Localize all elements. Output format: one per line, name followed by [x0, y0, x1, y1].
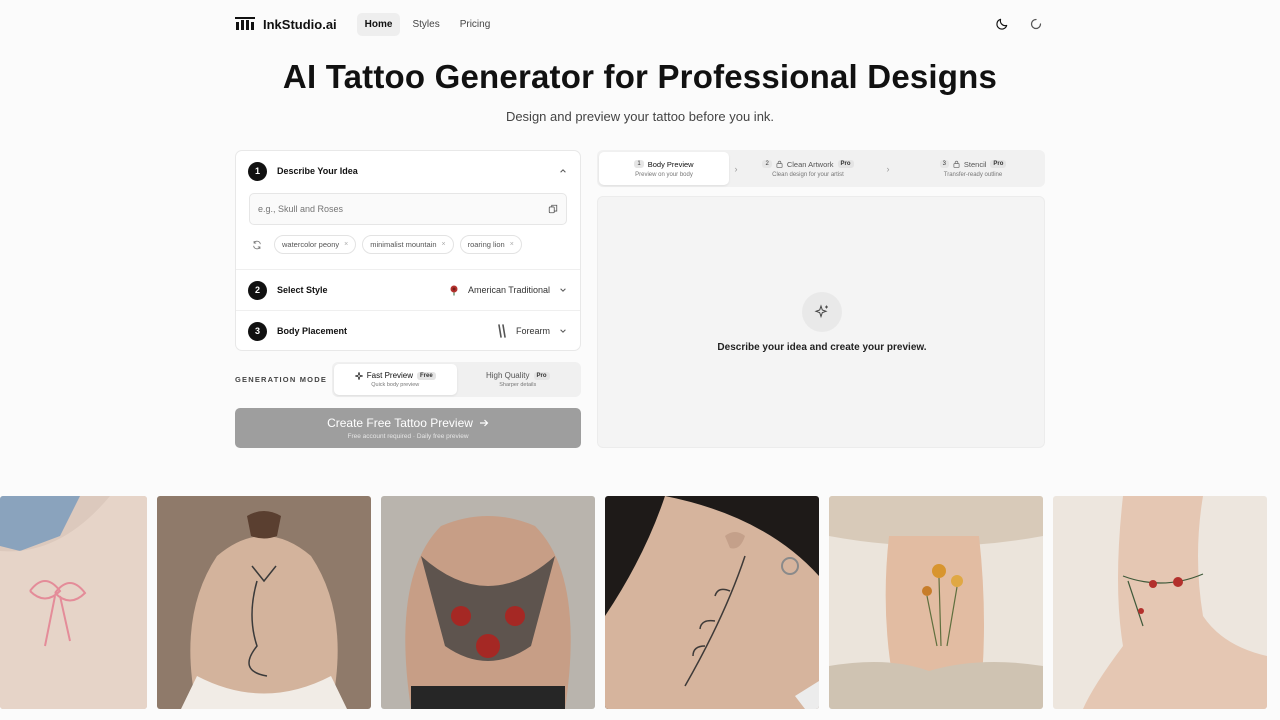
paste-icon[interactable]: [548, 204, 558, 214]
selected-placement: Forearm: [515, 326, 550, 336]
lock-icon: [776, 160, 783, 168]
arrow-right-icon: [479, 419, 489, 427]
tab-body-preview[interactable]: 1 Body Preview Preview on your body: [599, 152, 729, 185]
pro-badge: Pro: [990, 160, 1007, 168]
create-preview-button[interactable]: Create Free Tattoo Preview Free account …: [235, 408, 581, 448]
generation-mode-toggle: Fast Preview Free Quick body preview Hig…: [332, 362, 581, 397]
section-title: Describe Your Idea: [277, 166, 358, 176]
nav-links: Home Styles Pricing: [356, 12, 499, 36]
step-description: Clean design for your artist: [772, 171, 844, 178]
nav-link-home[interactable]: Home: [356, 12, 401, 36]
preview-placeholder-icon: [802, 292, 842, 332]
mode-description: Quick body preview: [371, 382, 420, 388]
section-title: Select Style: [277, 285, 328, 295]
preview-area: Describe your idea and create your previ…: [597, 196, 1045, 448]
gallery-image-pink-bow[interactable]: [0, 496, 147, 709]
chevron-right-icon: ›: [734, 163, 738, 174]
nav-link-styles[interactable]: Styles: [404, 13, 447, 36]
rose-style-icon: [450, 285, 458, 296]
tab-stencil[interactable]: 3 Stencil Pro Transfer-ready outline: [903, 152, 1043, 185]
brand-logo[interactable]: InkStudio.ai: [235, 17, 337, 32]
step-number: 1: [248, 161, 267, 181]
step-number: 3: [939, 160, 949, 168]
chip-label: watercolor peony: [282, 240, 340, 249]
moon-icon: [996, 18, 1008, 30]
loading-spinner: [1027, 15, 1045, 33]
step-number: 3: [248, 321, 267, 341]
forearm-icon: [498, 324, 506, 338]
selected-style: American Traditional: [467, 285, 550, 295]
chevron-down-icon[interactable]: [558, 326, 568, 336]
idea-input-wrapper: [249, 193, 567, 225]
gallery-image-fox-back[interactable]: [157, 496, 371, 709]
top-nav: InkStudio.ai Home Styles Pricing: [235, 11, 1045, 37]
nav-link-pricing[interactable]: Pricing: [452, 13, 499, 36]
page-subtitle: Design and preview your tattoo before yo…: [505, 109, 775, 124]
step-description: Preview on your body: [635, 171, 693, 178]
preview-empty-text: Describe your idea and create your previ…: [717, 342, 927, 353]
page-title: AI Tattoo Generator for Professional Des…: [282, 58, 998, 95]
chip-label: roaring lion: [467, 240, 505, 249]
chevron-down-icon[interactable]: [558, 285, 568, 295]
step-number: 1: [634, 160, 644, 168]
suggestion-chip[interactable]: roaring lion ×: [459, 235, 522, 254]
gallery-image-floral-neck[interactable]: [605, 496, 819, 709]
mode-description: Sharper details: [499, 382, 537, 388]
step-label: Body Preview: [647, 159, 694, 169]
refresh-icon[interactable]: [252, 240, 262, 250]
pro-badge: Pro: [837, 160, 854, 168]
step-number: 2: [248, 280, 267, 300]
chip-label: minimalist mountain: [370, 240, 437, 249]
mode-high-quality[interactable]: High Quality Pro Sharper details: [457, 364, 580, 395]
cta-label: Create Free Tattoo Preview: [327, 416, 473, 430]
idea-input[interactable]: [258, 204, 548, 214]
suggestion-chips: watercolor peony × minimalist mountain × r…: [236, 225, 580, 264]
mode-label: Fast Preview: [366, 371, 414, 380]
output-steps-tabs: 1 Body Preview Preview on your body › 2 …: [597, 150, 1045, 187]
section-title: Body Placement: [277, 326, 348, 336]
spinner-icon: [1030, 18, 1042, 30]
mode-label: High Quality: [485, 371, 530, 380]
tab-clean-artwork[interactable]: 2 Clean Artwork Pro Clean design for you…: [743, 152, 873, 185]
close-icon[interactable]: ×: [442, 241, 446, 248]
generation-mode-label: GENERATION MODE: [235, 375, 328, 384]
suggestion-chip[interactable]: watercolor peony ×: [274, 235, 357, 254]
example-gallery: [0, 496, 1280, 709]
lock-icon: [953, 160, 960, 168]
step-label: Stencil: [963, 159, 987, 169]
step-number: 2: [762, 160, 772, 168]
sparkle-icon: [354, 371, 363, 380]
step-label: Clean Artwork: [786, 159, 834, 169]
gallery-image-wildflowers-ankle[interactable]: [829, 496, 1043, 709]
step-description: Transfer-ready outline: [943, 171, 1003, 178]
gallery-image-rose-vine-ankle[interactable]: [1053, 496, 1267, 709]
logo-icon: [235, 17, 255, 30]
suggestion-chip[interactable]: minimalist mountain ×: [362, 235, 454, 254]
mode-fast-preview[interactable]: Fast Preview Free Quick body preview: [334, 364, 457, 395]
section-describe-idea: 1 Describe Your Idea watercolor peony × m…: [236, 151, 580, 270]
design-form: 1 Describe Your Idea watercolor peony × m…: [235, 150, 581, 351]
gallery-image-angel-warrior[interactable]: [381, 496, 595, 709]
dark-mode-toggle[interactable]: [993, 15, 1011, 33]
section-select-style[interactable]: 2 Select Style American Traditional: [236, 270, 580, 311]
close-icon[interactable]: ×: [510, 241, 514, 248]
section-header-idea[interactable]: 1 Describe Your Idea: [236, 151, 580, 191]
close-icon[interactable]: ×: [344, 241, 348, 248]
sparkles-icon: [814, 304, 828, 319]
section-body-placement[interactable]: 3 Body Placement Forearm: [236, 311, 580, 351]
chevron-up-icon[interactable]: [558, 166, 568, 176]
cta-subtext: Free account required · Daily free previ…: [347, 433, 469, 440]
free-badge: Free: [417, 371, 436, 380]
pro-badge: Pro: [533, 371, 550, 380]
chevron-right-icon: ›: [886, 163, 890, 174]
brand-name: InkStudio.ai: [263, 16, 337, 32]
